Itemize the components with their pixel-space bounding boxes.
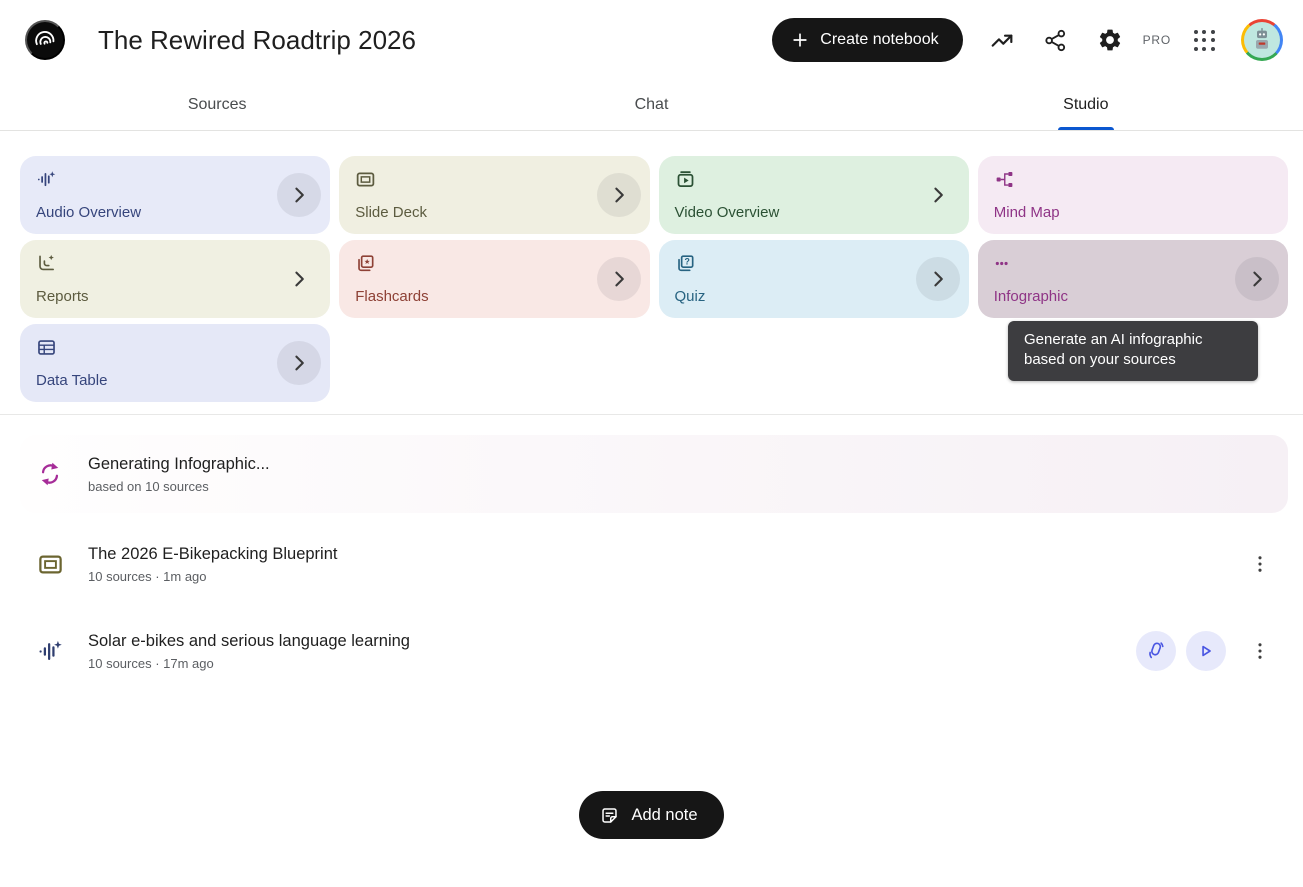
more-menu-icon[interactable] [1240, 631, 1280, 671]
account-avatar[interactable] [1241, 19, 1283, 61]
asset-title: Solar e-bikes and serious language learn… [88, 632, 410, 651]
data-table-icon [36, 337, 314, 358]
more-menu-icon[interactable] [1240, 544, 1280, 584]
audio-waveform-sparkle-icon [36, 638, 64, 665]
avatar-robot-image [1244, 22, 1280, 58]
trending-up-icon [989, 27, 1015, 53]
chevron-right-icon[interactable] [597, 257, 641, 301]
tab-sources-label: Sources [188, 96, 247, 114]
share-button[interactable] [1034, 18, 1078, 62]
audio-waveform-sparkle-icon [36, 169, 314, 190]
card-label: Data Table [36, 372, 314, 389]
card-label: Video Overview [675, 204, 953, 221]
active-tab-underline [1058, 127, 1114, 130]
app-header: The Rewired Roadtrip 2026 Create noteboo… [0, 0, 1303, 80]
asset-meta: based on 10 sources [88, 479, 270, 494]
video-overview-icon [675, 169, 953, 190]
waving-hand-icon [1145, 640, 1167, 662]
add-note-button[interactable]: Add note [579, 791, 723, 839]
note-icon [599, 805, 620, 826]
google-apps-button[interactable] [1182, 18, 1226, 62]
card-mind-map[interactable]: Mind Map [978, 156, 1288, 234]
pro-badge: PRO [1143, 33, 1171, 47]
list-item-slide-deck[interactable]: The 2026 E-Bikepacking Blueprint 10 sour… [20, 528, 1288, 600]
section-divider [0, 414, 1303, 415]
slide-deck-icon [355, 169, 633, 190]
card-video-overview[interactable]: Video Overview [659, 156, 969, 234]
card-data-table[interactable]: Data Table [20, 324, 330, 402]
infographic-tooltip: Generate an AI infographic based on your… [1008, 321, 1258, 381]
chevron-right-icon[interactable] [597, 173, 641, 217]
card-label: Mind Map [994, 204, 1272, 221]
card-slide-deck[interactable]: Slide Deck [339, 156, 649, 234]
analytics-trending-button[interactable] [980, 18, 1024, 62]
notebooklm-logo[interactable] [25, 20, 65, 60]
chevron-right-icon[interactable] [277, 341, 321, 385]
flashcards-star-icon [355, 253, 633, 274]
plus-icon [790, 30, 810, 50]
apps-grid-icon [1194, 30, 1215, 51]
card-audio-overview[interactable]: Audio Overview [20, 156, 330, 234]
card-quiz[interactable]: Quiz [659, 240, 969, 318]
card-label: Audio Overview [36, 204, 314, 221]
share-icon [1043, 28, 1068, 53]
chevron-right-icon[interactable] [1235, 257, 1279, 301]
play-button[interactable] [1186, 631, 1226, 671]
settings-gear-icon [1097, 27, 1123, 53]
footer: Add note [0, 791, 1303, 839]
asset-title: Generating Infographic... [88, 455, 270, 474]
chevron-right-icon[interactable] [916, 257, 960, 301]
panel-tabbar: Sources Chat Studio [0, 80, 1303, 131]
notebook-title[interactable]: The Rewired Roadtrip 2026 [98, 25, 416, 56]
asset-meta: 10 sources · 1m ago [88, 569, 337, 584]
report-sparkle-icon [36, 253, 314, 274]
chevron-right-icon[interactable] [277, 257, 321, 301]
create-notebook-button[interactable]: Create notebook [772, 18, 962, 62]
create-notebook-label: Create notebook [820, 31, 938, 49]
list-item-audio-overview[interactable]: Solar e-bikes and serious language learn… [20, 615, 1288, 687]
card-label: Flashcards [355, 288, 633, 305]
card-label: Slide Deck [355, 204, 633, 221]
card-label: Quiz [675, 288, 953, 305]
card-infographic[interactable]: Infographic [978, 240, 1288, 318]
sync-progress-icon [36, 461, 64, 487]
tab-chat[interactable]: Chat [434, 80, 868, 130]
card-label: Reports [36, 288, 314, 305]
studio-assets-list: Generating Infographic... based on 10 so… [20, 435, 1288, 687]
card-label: Infographic [994, 288, 1272, 305]
card-flashcards[interactable]: Flashcards [339, 240, 649, 318]
play-icon [1195, 640, 1217, 662]
add-note-label: Add note [631, 806, 697, 825]
tab-studio[interactable]: Studio [869, 80, 1303, 130]
list-item-generating-infographic[interactable]: Generating Infographic... based on 10 so… [20, 435, 1288, 513]
card-reports[interactable]: Reports [20, 240, 330, 318]
interactive-mode-button[interactable] [1136, 631, 1176, 671]
chevron-right-icon[interactable] [916, 173, 960, 217]
slide-deck-icon [36, 551, 64, 578]
tab-chat-label: Chat [635, 96, 669, 114]
quiz-question-icon [675, 253, 953, 274]
asset-meta: 10 sources · 17m ago [88, 656, 410, 671]
loading-dots-icon [994, 253, 1272, 274]
tab-sources[interactable]: Sources [0, 80, 434, 130]
tab-studio-label: Studio [1063, 96, 1108, 114]
chevron-right-icon[interactable] [277, 173, 321, 217]
asset-title: The 2026 E-Bikepacking Blueprint [88, 545, 337, 564]
settings-button[interactable] [1088, 18, 1132, 62]
mind-map-icon [994, 169, 1272, 190]
